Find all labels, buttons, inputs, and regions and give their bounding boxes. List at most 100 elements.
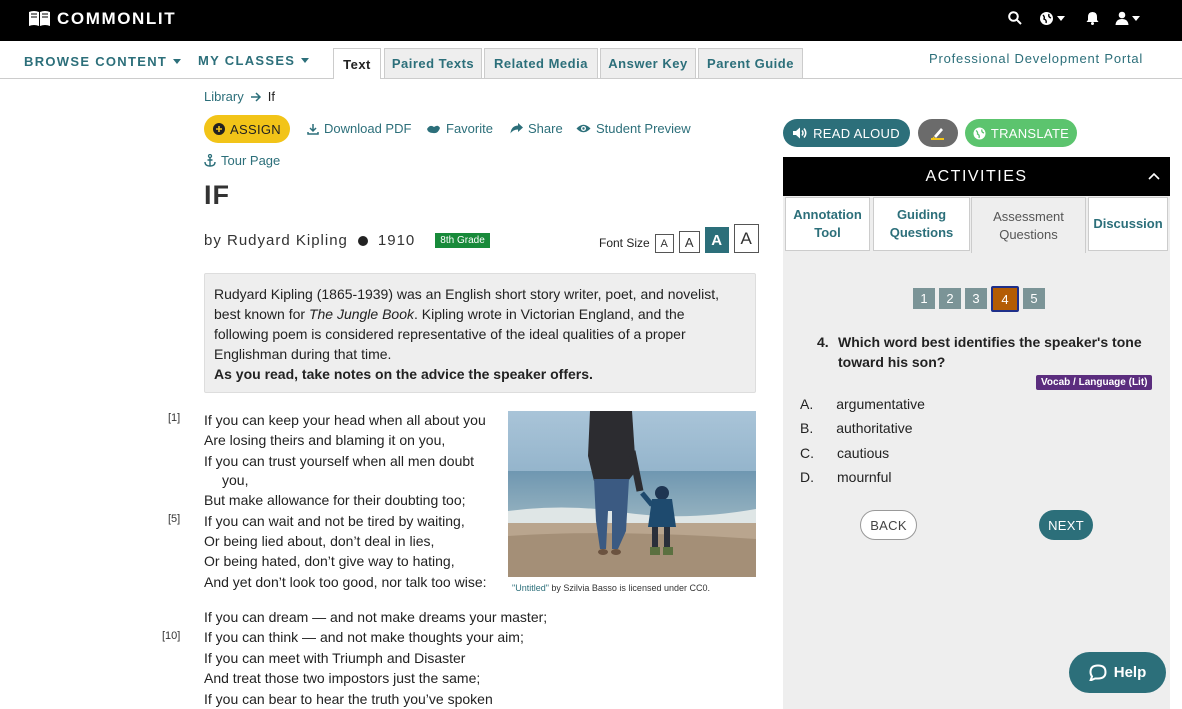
font-size-label: Font Size — [599, 236, 650, 250]
text-title: IF — [204, 180, 230, 210]
answer-choice[interactable]: A. argumentative — [800, 396, 925, 412]
share-label: Share — [528, 121, 563, 136]
download-pdf-button[interactable]: Download PDF — [307, 121, 411, 136]
user-menu[interactable] — [1115, 11, 1140, 25]
back-button[interactable]: BACK — [860, 510, 917, 540]
tab-discussion[interactable]: Discussion — [1088, 197, 1168, 251]
commonlit-logo[interactable]: COMMONLIT — [28, 9, 176, 29]
tab-paired-texts[interactable]: Paired Texts — [384, 48, 482, 78]
activities-header[interactable]: ACTIVITIES — [783, 157, 1170, 196]
choice-text: argumentative — [836, 396, 925, 412]
tab-related-media[interactable]: Related Media — [484, 48, 598, 78]
font-size-medium[interactable]: A — [678, 231, 700, 253]
poem-stanza-1[interactable]: If you can keep your head when all about… — [204, 410, 487, 592]
translate-label: TRANSLATE — [990, 125, 1070, 141]
help-button[interactable]: Help — [1069, 652, 1166, 693]
plus-circle-icon — [213, 123, 226, 135]
intro-fragment: . Kipling wrote in Victorian England, an… — [414, 306, 685, 322]
translate-button[interactable]: TRANSLATE — [965, 119, 1077, 147]
share-button[interactable]: Share — [510, 121, 563, 136]
breadcrumb: Library If — [204, 89, 275, 104]
choice-letter: A. — [800, 396, 814, 412]
font-size-large[interactable]: A — [704, 227, 729, 253]
student-preview-button[interactable]: Student Preview — [576, 121, 691, 136]
breadcrumb-library-link[interactable]: Library — [204, 89, 244, 104]
tab-assessment-questions[interactable]: Assessment Questions — [971, 197, 1086, 253]
next-button[interactable]: NEXT — [1039, 510, 1093, 540]
browse-content-menu[interactable]: BROWSE CONTENT — [24, 54, 182, 69]
read-aloud-label: READ ALOUD — [813, 125, 900, 141]
globe-icon — [1040, 12, 1053, 25]
favorite-button[interactable]: Favorite — [426, 121, 493, 136]
professional-development-link[interactable]: Professional Development Portal — [929, 51, 1143, 66]
poem-stanza-2[interactable]: If you can dream — and not make dreams y… — [204, 607, 547, 709]
browse-content-label: BROWSE CONTENT — [24, 54, 168, 69]
assign-label: ASSIGN — [230, 121, 281, 137]
beach-photo — [508, 411, 756, 577]
intro-line: best known for The Jungle Book. Kipling … — [214, 304, 746, 324]
poem-line: If you can think — and not make thoughts… — [204, 629, 524, 646]
favorite-label: Favorite — [446, 121, 493, 136]
chat-bubble-icon — [1088, 664, 1107, 681]
chevron-down-icon — [173, 59, 182, 64]
notifications-button[interactable] — [1086, 11, 1099, 25]
highlighter-button[interactable] — [918, 119, 958, 147]
answer-choice[interactable]: B. authoritative — [800, 420, 913, 436]
line-number: [1] — [168, 412, 181, 424]
poem-line: Or being lied about, don’t deal in lies, — [204, 533, 435, 550]
question-navigator: 1 2 3 4 5 — [913, 286, 1045, 312]
question-number-current[interactable]: 4 — [991, 286, 1019, 312]
tab-guiding-questions[interactable]: Guiding Questions — [873, 197, 970, 251]
poem-line: And treat those two impostors just the s… — [204, 670, 481, 687]
choice-text: mournful — [837, 469, 892, 485]
read-aloud-button[interactable]: READ ALOUD — [783, 119, 910, 147]
language-menu[interactable] — [1039, 11, 1065, 26]
chevron-up-icon[interactable] — [1148, 172, 1160, 180]
answer-choice[interactable]: C. cautious — [800, 445, 889, 461]
top-bar: COMMONLIT — [0, 0, 1182, 41]
poem-line: If you can wait and not be tired by wait… — [204, 512, 465, 529]
reading-prompt: As you read, take notes on the advice th… — [214, 366, 593, 382]
assign-button[interactable]: ASSIGN — [204, 115, 290, 143]
help-label: Help — [1113, 664, 1147, 681]
brand-name: COMMONLIT — [57, 9, 177, 28]
book-title: The Jungle Book — [308, 306, 415, 322]
my-classes-label: MY CLASSES — [198, 53, 296, 68]
poem-line: If you can bear to hear the truth you’ve… — [204, 690, 493, 707]
font-size-small[interactable]: A — [654, 234, 674, 253]
tab-annotation-tool[interactable]: Annotation Tool — [785, 197, 870, 251]
tab-answer-key[interactable]: Answer Key — [600, 48, 696, 78]
chevron-down-icon — [1057, 16, 1065, 21]
text-introduction: Rudyard Kipling (1865-1939) was an Engli… — [204, 273, 756, 393]
font-size-xlarge[interactable]: A — [733, 224, 759, 253]
search-button[interactable] — [1008, 11, 1022, 25]
intro-line: following poem is considered representat… — [214, 326, 686, 342]
question-number-button[interactable]: 1 — [913, 288, 935, 309]
image-source-link[interactable]: "Untitled" — [512, 583, 549, 593]
poem-line: you, — [222, 472, 249, 489]
poem-line: And yet don’t look too good, nor talk to… — [204, 573, 487, 590]
byline: by Rudyard Kipling 1910 8th Grade — [204, 232, 490, 249]
speaker-icon — [793, 127, 807, 139]
answer-choice[interactable]: D. mournful — [800, 469, 891, 485]
text-actions: ASSIGN Download PDF Favorite Share Stude… — [204, 115, 691, 143]
choice-text: cautious — [837, 445, 890, 461]
user-icon — [1115, 11, 1129, 25]
question-number-button[interactable]: 2 — [939, 288, 961, 309]
question-number-button[interactable]: 3 — [965, 288, 987, 309]
tour-page-link[interactable]: Tour Page — [204, 153, 280, 168]
poem-illustration[interactable] — [508, 411, 756, 577]
download-icon — [307, 123, 319, 135]
question-number-button[interactable]: 5 — [1023, 288, 1045, 309]
my-classes-menu[interactable]: MY CLASSES — [198, 53, 310, 68]
separator-dot — [357, 235, 368, 246]
activities-title: ACTIVITIES — [925, 167, 1028, 185]
tab-parent-guide[interactable]: Parent Guide — [698, 48, 803, 78]
choice-letter: C. — [800, 445, 814, 461]
tab-text[interactable]: Text — [333, 48, 381, 79]
font-size-control: Font Size A A A A — [599, 224, 759, 253]
line-number: [5] — [168, 513, 181, 525]
chevron-down-icon — [301, 58, 310, 63]
poem-line: But make allowance for their doubting to… — [204, 492, 466, 509]
intro-fragment: best known for — [214, 306, 309, 322]
